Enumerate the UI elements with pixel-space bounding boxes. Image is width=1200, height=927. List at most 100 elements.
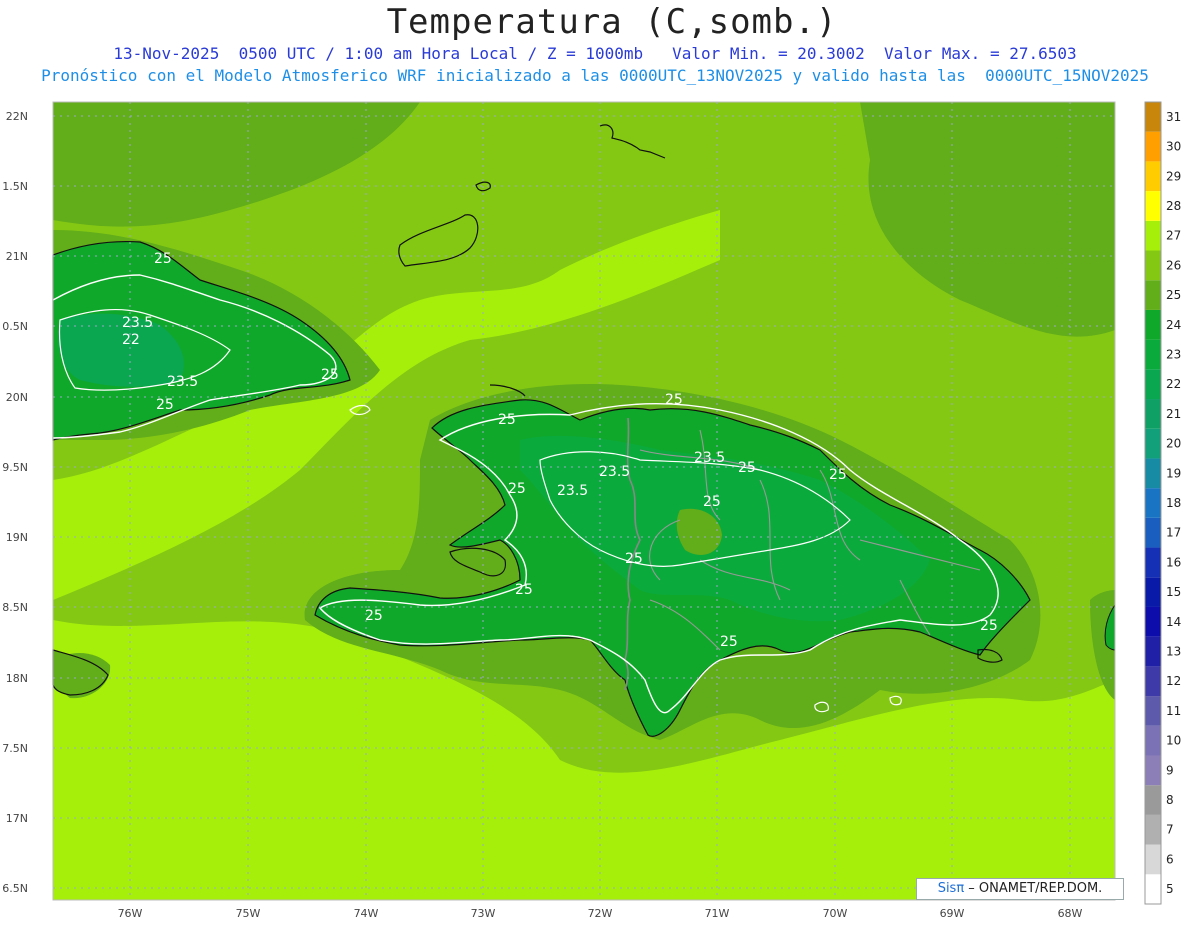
lat-label: 9.5N bbox=[2, 461, 28, 474]
contour-label: 23.5 bbox=[557, 483, 588, 499]
lon-label: 70W bbox=[823, 907, 848, 920]
lon-label: 69W bbox=[940, 907, 965, 920]
colorbar-label: 15 bbox=[1166, 585, 1181, 599]
lat-label: 22N bbox=[6, 110, 28, 123]
credit-pi-symbol: π bbox=[956, 881, 965, 896]
contour-label: 25 bbox=[665, 392, 683, 408]
contour-label: 25 bbox=[154, 251, 172, 267]
colorbar-label: 31 bbox=[1166, 110, 1181, 124]
contour-label: 25 bbox=[625, 551, 643, 567]
map-subtitle-model: Pronóstico con el Modelo Atmosferico WRF… bbox=[41, 66, 1149, 85]
lon-label: 75W bbox=[236, 907, 261, 920]
contour-label: 25 bbox=[980, 618, 998, 634]
colorbar-swatch bbox=[1145, 577, 1161, 607]
colorbar-swatch bbox=[1145, 428, 1161, 459]
colorbar-swatch bbox=[1145, 309, 1161, 340]
lon-label: 68W bbox=[1058, 907, 1083, 920]
colorbar-swatch bbox=[1145, 517, 1161, 548]
temperature-map: 22N 1.5N 21N 0.5N 20N 9.5N 19N 8.5N 18N … bbox=[2, 101, 1181, 920]
lat-label: 7.5N bbox=[2, 742, 28, 755]
lat-label: 8.5N bbox=[2, 601, 28, 614]
map-title: Temperatura (C,somb.) bbox=[386, 2, 838, 42]
colorbar-swatch bbox=[1145, 696, 1161, 726]
colorbar-swatch bbox=[1145, 844, 1161, 875]
colorbar-label: 18 bbox=[1166, 496, 1181, 510]
colorbar-swatch bbox=[1145, 666, 1161, 697]
lat-label: 17N bbox=[6, 812, 28, 825]
lon-label: 74W bbox=[354, 907, 379, 920]
contour-label: 25 bbox=[720, 634, 738, 650]
contour-label: 25 bbox=[515, 582, 533, 598]
colorbar-label: 17 bbox=[1166, 526, 1181, 540]
lat-label: 1.5N bbox=[2, 180, 28, 193]
colorbar-swatch bbox=[1145, 369, 1161, 400]
colorbar-swatch bbox=[1145, 220, 1161, 251]
map-subtitle-time: 13-Nov-2025 0500 UTC / 1:00 am Hora Loca… bbox=[113, 44, 1077, 63]
contour-label: 22 bbox=[122, 332, 140, 348]
contour-label: 23.5 bbox=[122, 315, 153, 331]
colorbar-swatch bbox=[1145, 280, 1161, 310]
credit-box: Sisπ – ONAMET/REP.DOM. bbox=[916, 878, 1124, 900]
colorbar-swatch bbox=[1145, 814, 1161, 845]
colorbar-swatch bbox=[1145, 399, 1161, 429]
lat-label: 21N bbox=[6, 250, 28, 263]
colorbar-swatch bbox=[1145, 339, 1161, 370]
colorbar-swatch bbox=[1145, 785, 1161, 815]
credit-brand: Sis bbox=[937, 881, 957, 896]
colorbar-swatch bbox=[1145, 161, 1161, 192]
lon-label: 71W bbox=[705, 907, 730, 920]
contour-label: 25 bbox=[498, 412, 516, 428]
colorbar-label: 6 bbox=[1166, 852, 1174, 866]
contour-label: 23.5 bbox=[599, 464, 630, 480]
colorbar-swatch bbox=[1145, 250, 1161, 281]
colorbar-swatch bbox=[1145, 606, 1161, 637]
colorbar-label: 8 bbox=[1166, 793, 1174, 807]
lat-label: 18N bbox=[6, 672, 28, 685]
colorbar-swatch bbox=[1145, 131, 1161, 162]
colorbar-swatch bbox=[1145, 488, 1161, 518]
colorbar: 5 6 7 8 9 10 11 12 13 14 15 16 17 18 19 20 21 22 23 24 25 26 2… bbox=[1144, 101, 1181, 905]
colorbar-label: 5 bbox=[1166, 882, 1174, 896]
colorbar-label: 29 bbox=[1166, 169, 1181, 183]
contour-label: 25 bbox=[365, 608, 383, 624]
lat-label: 19N bbox=[6, 531, 28, 544]
contour-label: 25 bbox=[829, 467, 847, 483]
lat-label: 20N bbox=[6, 391, 28, 404]
colorbar-swatch bbox=[1145, 102, 1161, 132]
colorbar-label: 14 bbox=[1166, 615, 1181, 629]
colorbar-label: 9 bbox=[1166, 763, 1174, 777]
colorbar-label: 10 bbox=[1166, 734, 1181, 748]
colorbar-label: 21 bbox=[1166, 407, 1181, 421]
contour-label: 23.5 bbox=[694, 450, 725, 466]
lat-label: 6.5N bbox=[2, 882, 28, 895]
colorbar-label: 28 bbox=[1166, 199, 1181, 213]
colorbar-label: 25 bbox=[1166, 288, 1181, 302]
longitude-labels: 76W 75W 74W 73W 72W 71W 70W 69W 68W bbox=[118, 907, 1083, 920]
colorbar-label: 27 bbox=[1166, 229, 1181, 243]
latitude-labels: 22N 1.5N 21N 0.5N 20N 9.5N 19N 8.5N 18N … bbox=[2, 110, 28, 895]
colorbar-label: 23 bbox=[1166, 347, 1181, 361]
colorbar-swatch bbox=[1145, 636, 1161, 667]
lat-label: 0.5N bbox=[2, 320, 28, 333]
lon-label: 76W bbox=[118, 907, 143, 920]
colorbar-label: 12 bbox=[1166, 674, 1181, 688]
colorbar-label: 19 bbox=[1166, 466, 1181, 480]
lon-label: 72W bbox=[588, 907, 613, 920]
contour-label: 25 bbox=[508, 481, 526, 497]
colorbar-swatch bbox=[1145, 458, 1161, 489]
colorbar-label: 24 bbox=[1166, 318, 1181, 332]
contour-label: 25 bbox=[156, 397, 174, 413]
contour-label: 25 bbox=[738, 460, 756, 476]
colorbar-swatch bbox=[1145, 547, 1161, 578]
colorbar-label: 13 bbox=[1166, 645, 1181, 659]
colorbar-swatch bbox=[1145, 874, 1161, 904]
colorbar-label: 11 bbox=[1166, 704, 1181, 718]
colorbar-label: 20 bbox=[1166, 437, 1181, 451]
colorbar-swatch bbox=[1145, 725, 1161, 756]
contour-label: 25 bbox=[703, 494, 721, 510]
colorbar-label: 7 bbox=[1166, 823, 1174, 837]
contour-label: 23.5 bbox=[167, 374, 198, 390]
colorbar-label: 22 bbox=[1166, 377, 1181, 391]
contour-label: 25 bbox=[321, 367, 339, 383]
credit-text: – ONAMET/REP.DOM. bbox=[964, 881, 1103, 896]
